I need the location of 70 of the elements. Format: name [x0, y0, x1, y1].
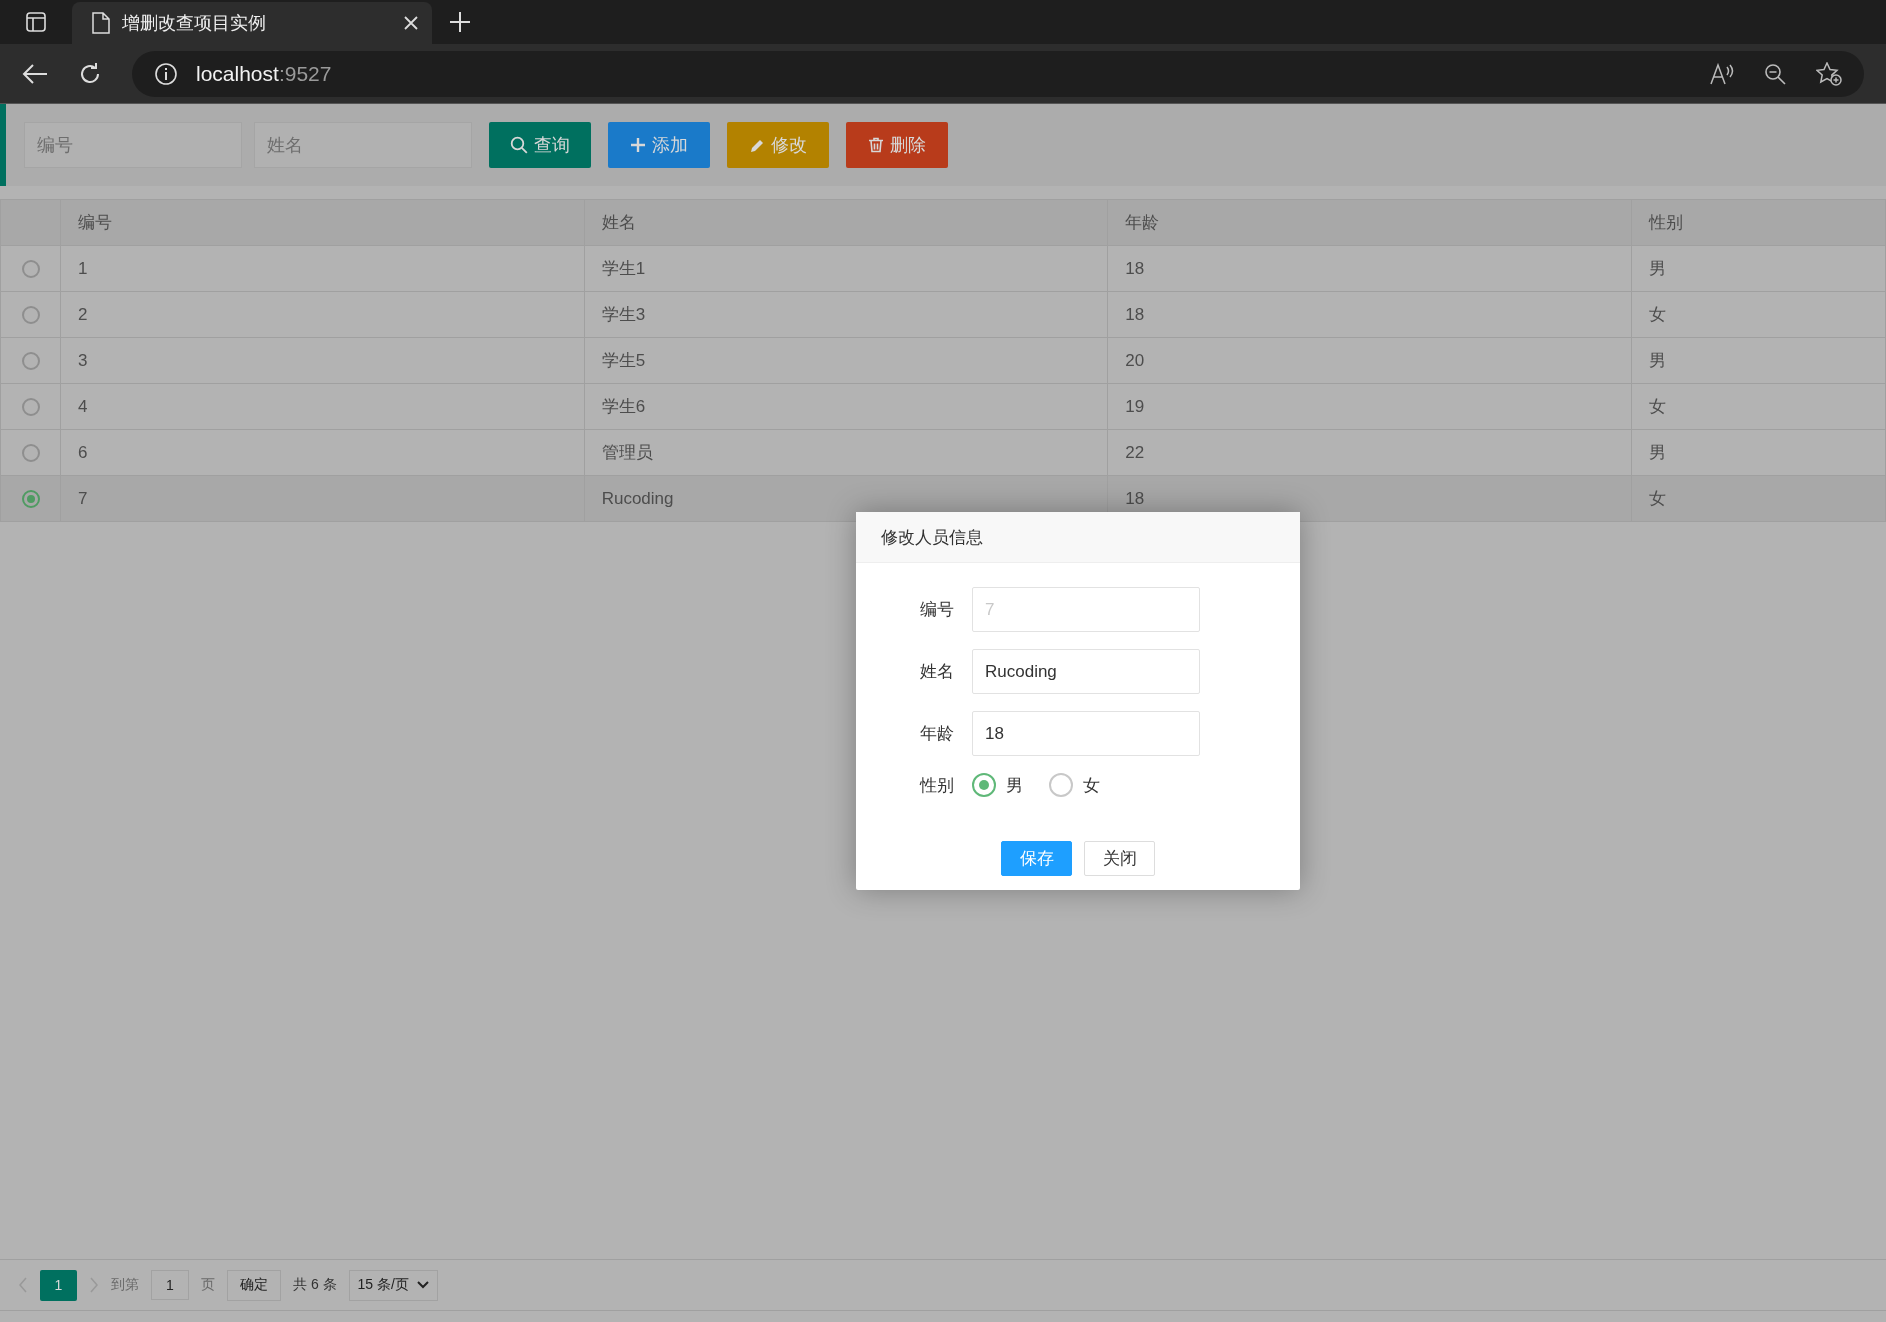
browser-tab[interactable]: 增删改查项目实例	[72, 2, 432, 44]
table-cell: 4	[60, 383, 585, 430]
table-cell: 20	[1107, 337, 1632, 384]
table-cell: 22	[1107, 429, 1632, 476]
table-cell: 18	[1107, 291, 1632, 338]
address-bar[interactable]: localhost:9527	[132, 50, 1864, 97]
confirm-button[interactable]: 确定	[227, 1269, 281, 1301]
column-header: 年龄	[1107, 199, 1632, 246]
total-count: 共 6 条	[293, 1276, 337, 1294]
table-cell: 学生6	[584, 383, 1108, 430]
page-unit-label: 页	[201, 1276, 215, 1294]
field-label: 编号	[919, 599, 955, 621]
goto-label: 到第	[111, 1276, 139, 1294]
read-aloud-icon[interactable]	[1710, 62, 1734, 85]
field-label: 性别	[918, 774, 955, 797]
row-radio[interactable]	[21, 306, 40, 324]
table-cell: 3	[60, 337, 585, 384]
row-radio[interactable]	[21, 352, 40, 370]
row-radio[interactable]	[21, 398, 40, 416]
column-header: 性别	[1631, 199, 1886, 246]
search-button[interactable]: 查询	[489, 122, 591, 168]
close-icon[interactable]	[404, 16, 418, 30]
table-cell: 学生5	[584, 337, 1108, 384]
table-cell: 18	[1107, 245, 1632, 292]
table-cell: 1	[60, 245, 585, 292]
search-field[interactable]: 姓名	[254, 122, 472, 168]
plus-icon[interactable]	[449, 11, 471, 33]
favorites-icon[interactable]	[1816, 61, 1842, 86]
page-button[interactable]: 1	[40, 1269, 77, 1301]
chevron-icon	[416, 1281, 429, 1289]
input-field[interactable]: Rucoding	[972, 649, 1200, 694]
table-cell: 女	[1631, 291, 1886, 338]
gender-option[interactable]: 女	[1049, 773, 1100, 797]
table-cell: 女	[1631, 383, 1886, 430]
dialog-title: 修改人员信息	[881, 526, 983, 549]
reload-icon[interactable]	[78, 61, 102, 86]
column-header: 编号	[60, 199, 585, 246]
table-cell: 男	[1631, 245, 1886, 292]
input-field[interactable]: 18	[972, 711, 1200, 756]
trash-icon	[868, 137, 884, 153]
table-cell: 男	[1631, 337, 1886, 384]
row-radio[interactable]	[21, 444, 40, 462]
close-button[interactable]: 关闭	[1084, 841, 1155, 876]
table-cell: 女	[1631, 475, 1886, 522]
field-label: 年龄	[919, 723, 955, 745]
page-number-field[interactable]: 1	[151, 1270, 189, 1300]
table-cell: 管理员	[584, 429, 1108, 476]
column-header: 姓名	[584, 199, 1108, 246]
field-label: 姓名	[919, 661, 955, 683]
sidebar-icon[interactable]	[26, 12, 46, 32]
table-cell: 7	[60, 475, 585, 522]
search-field[interactable]: 编号	[24, 122, 242, 168]
table-cell: 6	[60, 429, 585, 476]
info-icon[interactable]	[154, 61, 178, 86]
table-cell: 19	[1107, 383, 1632, 430]
table-cell: 学生3	[584, 291, 1108, 338]
row-radio[interactable]	[21, 490, 40, 508]
zoom-out-icon[interactable]	[1764, 62, 1786, 85]
row-radio[interactable]	[21, 260, 40, 278]
pencil-icon	[749, 137, 765, 153]
back-icon[interactable]	[22, 62, 48, 85]
table-cell: 2	[60, 291, 585, 338]
search-icon	[510, 136, 528, 154]
table-cell: 学生1	[584, 245, 1108, 292]
delete-button[interactable]: 删除	[846, 122, 948, 168]
page-size-select[interactable]: 15 条/页	[348, 1269, 438, 1301]
table-cell: 男	[1631, 429, 1886, 476]
gender-option[interactable]: 男	[972, 773, 1023, 797]
page-icon	[92, 12, 110, 34]
plus-icon	[630, 137, 646, 153]
